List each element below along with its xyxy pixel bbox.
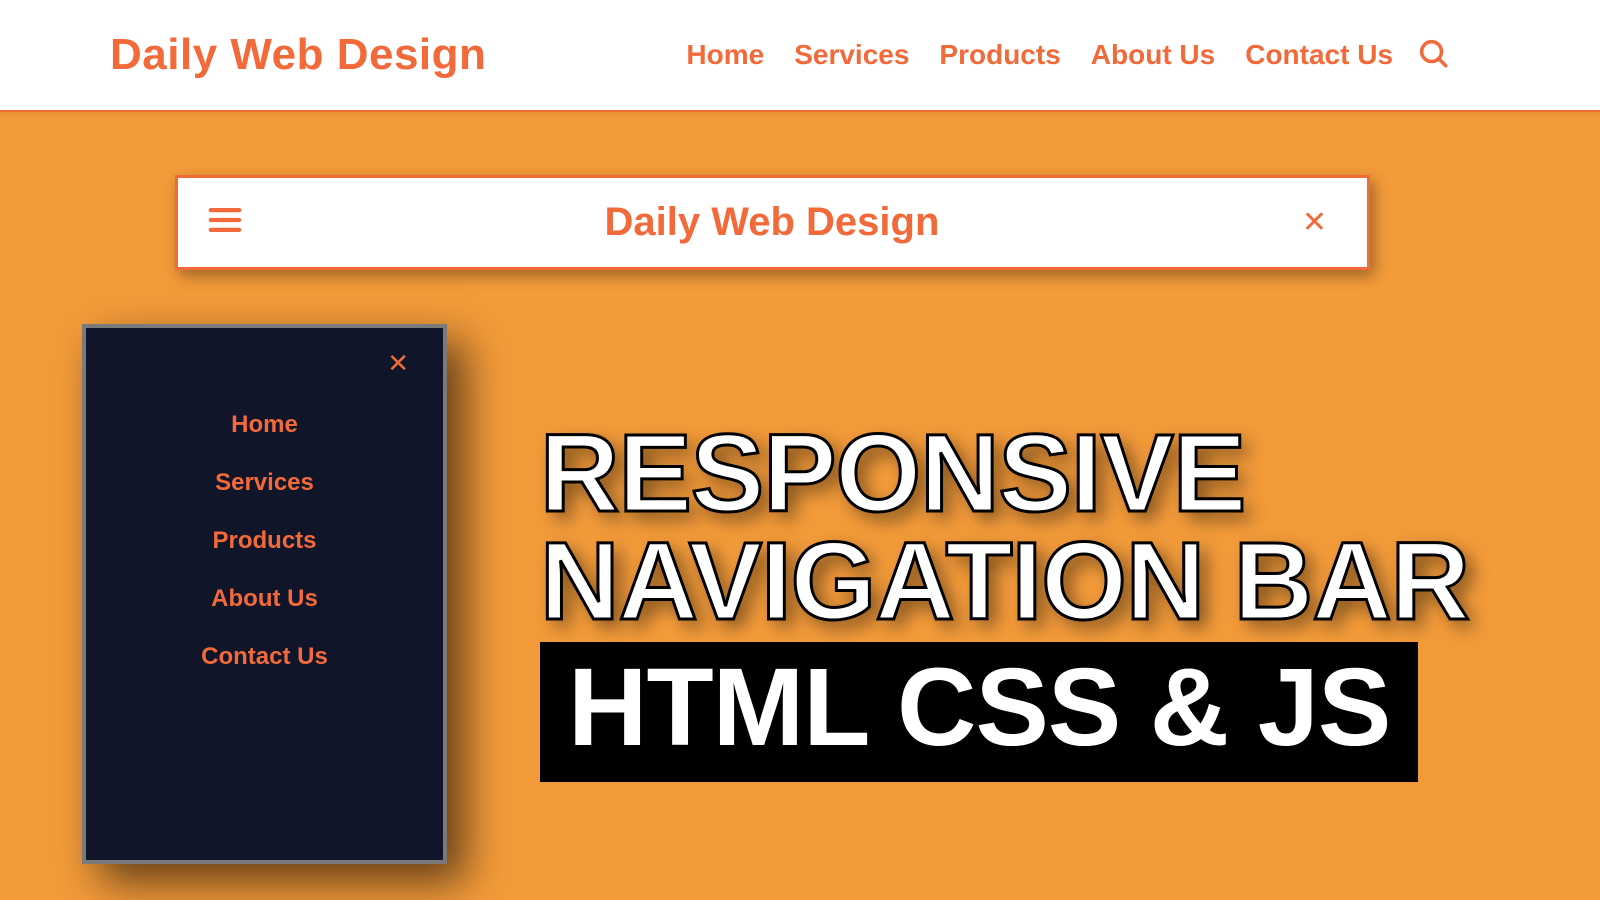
headline-line-1: RESPONSIVE xyxy=(540,420,1600,528)
mobile-close-button[interactable]: ✕ xyxy=(1302,205,1327,240)
side-link-services[interactable]: Services xyxy=(215,469,314,497)
mobile-navbar: Daily Web Design ✕ xyxy=(175,175,1370,270)
headline-line-3: HTML CSS & JS xyxy=(540,642,1418,782)
nav-link-services[interactable]: Services xyxy=(794,39,909,71)
close-icon: ✕ xyxy=(387,348,409,378)
nav-link-products[interactable]: Products xyxy=(939,39,1060,71)
nav-link-contact[interactable]: Contact Us xyxy=(1245,39,1393,71)
side-menu-close-button[interactable]: ✕ xyxy=(387,348,409,379)
brand-logo: Daily Web Design xyxy=(110,30,486,80)
search-button[interactable] xyxy=(1416,36,1450,75)
side-link-contact[interactable]: Contact Us xyxy=(201,643,328,671)
headline-line-2: NAVIGATION BAR xyxy=(540,528,1600,636)
side-link-about[interactable]: About Us xyxy=(211,585,318,613)
top-nav-links: Home Services Products About Us Contact … xyxy=(686,39,1393,71)
close-icon: ✕ xyxy=(1302,206,1327,239)
top-navbar: Daily Web Design Home Services Products … xyxy=(0,0,1600,112)
nav-link-about[interactable]: About Us xyxy=(1091,39,1215,71)
mobile-brand-logo: Daily Web Design xyxy=(242,200,1302,245)
side-link-home[interactable]: Home xyxy=(231,411,298,439)
search-icon xyxy=(1416,57,1450,74)
side-menu-items: Home Services Products About Us Contact … xyxy=(86,411,443,671)
hamburger-button[interactable] xyxy=(208,206,242,239)
side-link-products[interactable]: Products xyxy=(212,527,316,555)
hamburger-icon xyxy=(208,221,242,238)
hero-headline: RESPONSIVE NAVIGATION BAR HTML CSS & JS xyxy=(540,420,1600,782)
side-menu: ✕ Home Services Products About Us Contac… xyxy=(82,324,447,864)
nav-link-home[interactable]: Home xyxy=(686,39,764,71)
